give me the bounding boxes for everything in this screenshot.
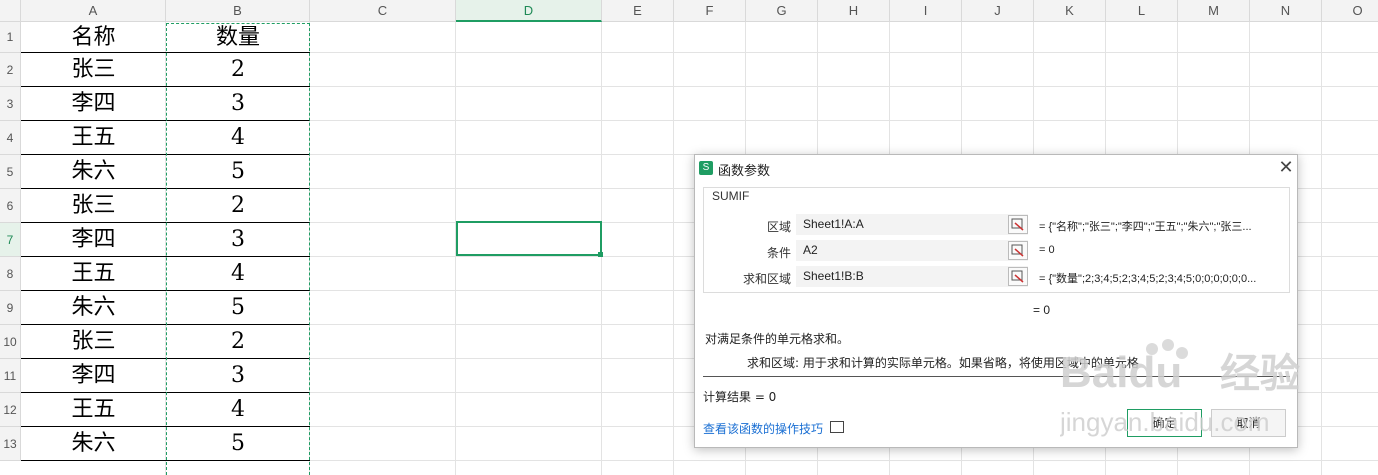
- row-header-5[interactable]: 5: [0, 155, 21, 189]
- param-input-range[interactable]: Sheet1!A:A: [796, 214, 1028, 235]
- column-header-l[interactable]: L: [1106, 0, 1178, 22]
- function-description: 对满足条件的单元格求和。: [705, 332, 850, 346]
- app-logo-icon: S: [699, 161, 713, 175]
- column-header-k[interactable]: K: [1034, 0, 1106, 22]
- column-header-j[interactable]: J: [962, 0, 1034, 22]
- watermark-brand: Baidu: [1060, 348, 1182, 397]
- active-cell-d7[interactable]: [456, 221, 602, 256]
- column-header-m[interactable]: M: [1178, 0, 1250, 22]
- cell-name[interactable]: 王五: [21, 393, 166, 427]
- row-header-6[interactable]: 6: [0, 189, 21, 223]
- criteria-picker-icon[interactable]: [1008, 241, 1028, 260]
- row-header-3[interactable]: 3: [0, 87, 21, 121]
- row-header-1[interactable]: 1: [0, 22, 21, 53]
- baidu-watermark: Baidu 经验 jingyan.baidu.com: [1059, 335, 1360, 445]
- column-header-n[interactable]: N: [1250, 0, 1322, 22]
- cell-name[interactable]: 王五: [21, 257, 166, 291]
- param-result-sum-range: = {"数量";2;3;4;5;2;3;4;5;2;3;4;5;0;0;0;0;…: [1039, 273, 1257, 285]
- formula-result: = 0: [1033, 303, 1051, 317]
- function-name: SUMIF: [712, 189, 750, 203]
- cell-name[interactable]: 李四: [21, 223, 166, 257]
- sum-range-picker-icon[interactable]: [1008, 267, 1028, 286]
- cell-name[interactable]: 王五: [21, 121, 166, 155]
- column-header-d[interactable]: D: [456, 0, 602, 22]
- column-header-f[interactable]: F: [674, 0, 746, 22]
- dialog-titlebar[interactable]: S 函数参数 ✕: [695, 155, 1297, 183]
- dialog-title: 函数参数: [718, 164, 771, 179]
- param-label-criteria: 条件: [766, 246, 791, 260]
- param-input-sum-range[interactable]: Sheet1!B:B: [796, 266, 1028, 287]
- cell-name[interactable]: 朱六: [21, 155, 166, 189]
- baidu-paw-logo: Baidu 经验 jingyan.baidu.com: [1059, 339, 1300, 437]
- row-header-8[interactable]: 8: [0, 257, 21, 291]
- row-header-13[interactable]: 13: [0, 427, 21, 461]
- calc-result: 计算结果 = 0: [703, 390, 777, 404]
- cell-name[interactable]: 李四: [21, 359, 166, 393]
- row-header-9[interactable]: 9: [0, 291, 21, 325]
- column-header-h[interactable]: H: [818, 0, 890, 22]
- param-result-range: = {"名称";"张三";"李四";"王五";"朱六";"张三...: [1039, 221, 1252, 233]
- cell-name[interactable]: 朱六: [21, 427, 166, 461]
- column-header-g[interactable]: G: [746, 0, 818, 22]
- cell-header-name[interactable]: 名称: [21, 22, 166, 53]
- grid-vline: [673, 22, 674, 475]
- watermark-url: jingyan.baidu.com: [1060, 407, 1270, 437]
- column-header-a[interactable]: A: [21, 0, 166, 22]
- watermark-cn: 经验: [1220, 351, 1300, 397]
- help-link[interactable]: 查看该函数的操作技巧: [703, 420, 823, 437]
- cell-name[interactable]: 张三: [21, 189, 166, 223]
- param-label-range: 区域: [766, 220, 791, 234]
- video-tip-icon[interactable]: [830, 421, 844, 433]
- cell-name[interactable]: 朱六: [21, 291, 166, 325]
- column-header-b[interactable]: B: [166, 0, 310, 22]
- column-header-e[interactable]: E: [602, 0, 674, 22]
- cell-name[interactable]: 张三: [21, 53, 166, 87]
- column-header-i[interactable]: I: [890, 0, 962, 22]
- param-input-criteria[interactable]: A2: [796, 240, 1028, 261]
- cell-name[interactable]: 张三: [21, 325, 166, 359]
- select-all-corner[interactable]: [0, 0, 21, 22]
- row-header-7[interactable]: 7: [0, 223, 21, 257]
- row-header-4[interactable]: 4: [0, 121, 21, 155]
- column-header-c[interactable]: C: [310, 0, 456, 22]
- row-header-10[interactable]: 10: [0, 325, 21, 359]
- cell-name[interactable]: 李四: [21, 87, 166, 121]
- row-header-2[interactable]: 2: [0, 53, 21, 87]
- fill-handle[interactable]: [598, 252, 603, 257]
- param-result-criteria: = 0: [1039, 244, 1055, 256]
- param-label-sum-range: 求和区域: [742, 272, 791, 286]
- copy-marquee: [166, 23, 310, 475]
- column-header-o[interactable]: O: [1322, 0, 1378, 22]
- row-header-11[interactable]: 11: [0, 359, 21, 393]
- range-picker-icon[interactable]: [1008, 215, 1028, 234]
- row-header-12[interactable]: 12: [0, 393, 21, 427]
- close-icon[interactable]: ✕: [1277, 157, 1295, 179]
